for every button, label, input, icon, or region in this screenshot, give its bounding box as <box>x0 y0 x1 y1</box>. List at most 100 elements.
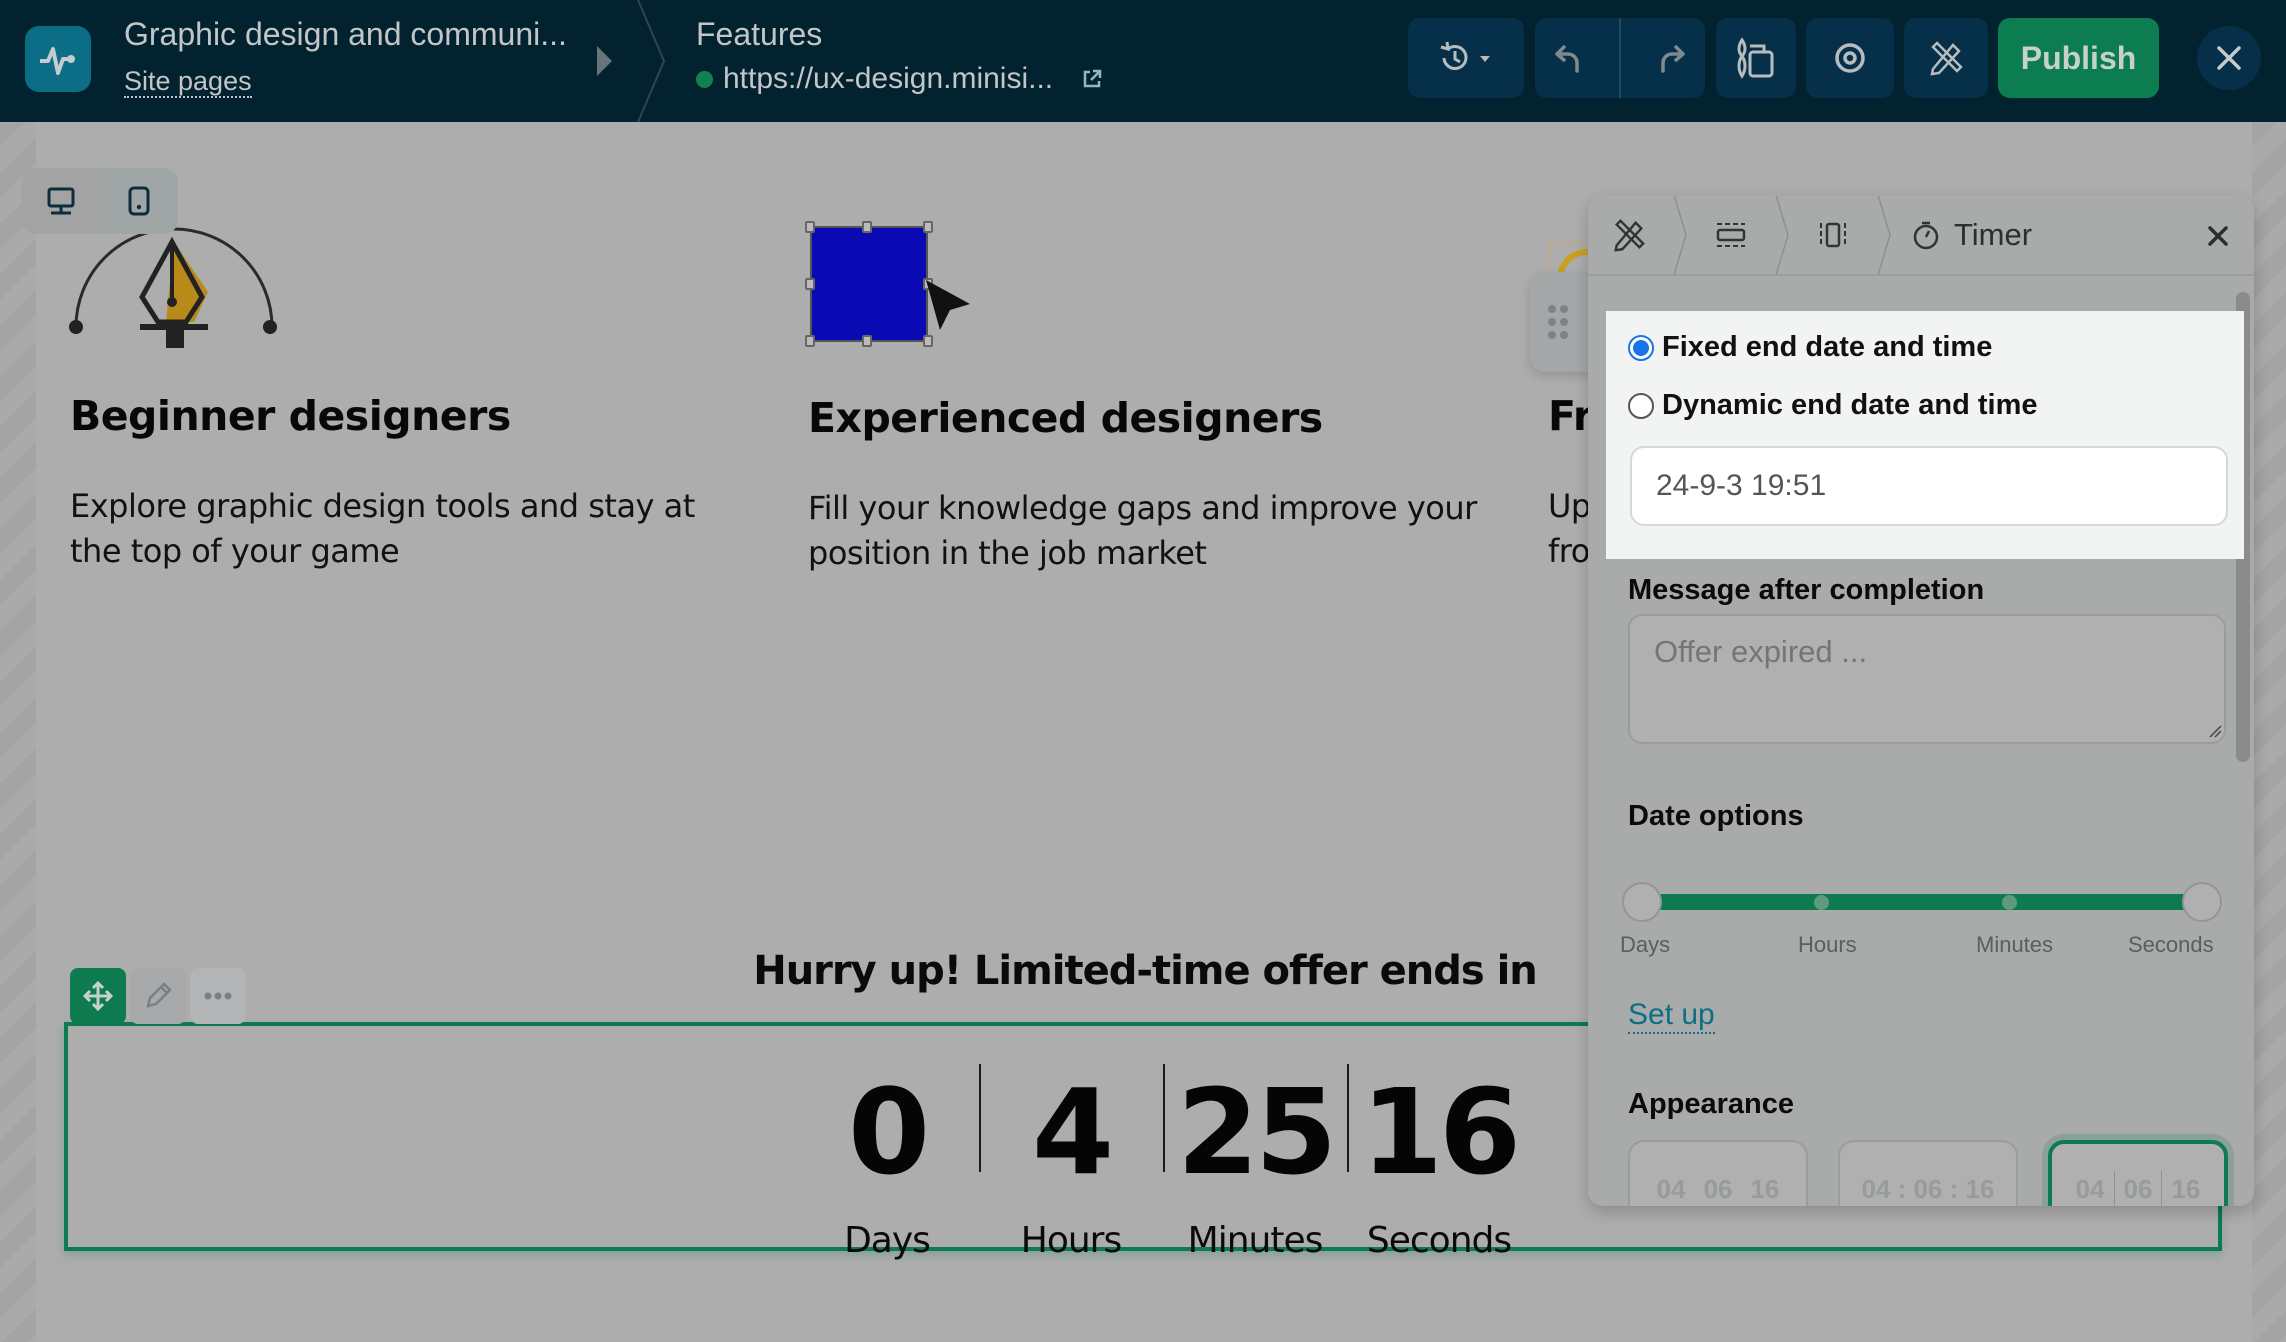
range-tick-minutes <box>2002 895 2017 910</box>
desktop-view-button[interactable] <box>22 168 100 234</box>
design-tools-icon <box>1614 219 1645 252</box>
radio-checked[interactable] <box>1628 334 1654 361</box>
range-tick-hours <box>1814 895 1829 910</box>
site-title: Graphic design and communi... <box>124 16 567 52</box>
feature-title: Fr <box>1548 392 1593 440</box>
countdown-value: 4 <box>1031 1063 1114 1201</box>
preview-button[interactable] <box>1806 18 1894 98</box>
option-part: 04 <box>1656 1173 1686 1204</box>
countdown-value: 16 <box>1360 1063 1521 1201</box>
appearance-option-plain[interactable]: 04 06 16 <box>1628 1140 1808 1206</box>
range-label: Hours <box>1798 932 1857 957</box>
divider <box>1618 18 1621 98</box>
radio-unchecked[interactable] <box>1628 392 1654 419</box>
date-options-range-slider[interactable]: Days Hours Minutes Seconds <box>1620 872 2222 957</box>
close-icon <box>2217 46 2241 70</box>
countdown-label: Hours <box>1020 1220 1122 1261</box>
option-part: 06 <box>2113 1171 2162 1206</box>
pencil-icon <box>146 982 172 1008</box>
range-track <box>1642 894 2202 910</box>
timer-heading: Hurry up! Limited-time offer ends in <box>753 948 1538 994</box>
countdown-seconds: 16 Seconds <box>1347 1052 1531 1266</box>
appearance-option-divided-selected[interactable]: 04 06 16 <box>2048 1140 2228 1206</box>
redo-icon[interactable] <box>1654 41 1688 75</box>
canvas-right-gutter <box>2252 122 2286 1342</box>
appearance-label: Appearance <box>1628 1088 1795 1120</box>
site-pages-link[interactable]: Site pages <box>124 66 252 98</box>
countdown-label: Days <box>844 1220 931 1261</box>
range-thumb-start[interactable] <box>1622 882 1662 922</box>
page-name: Features <box>696 16 823 52</box>
radio-fixed-end[interactable]: Fixed end date and time <box>1628 331 1992 364</box>
countdown-value: 25 <box>1176 1063 1337 1201</box>
countdown-label: Minutes <box>1187 1220 1324 1261</box>
close-icon <box>2208 226 2228 246</box>
more-dots-icon <box>204 992 232 1000</box>
editor-topbar: Graphic design and communi... Site pages… <box>0 0 2286 122</box>
undo-redo-group <box>1535 18 1705 98</box>
published-status-dot <box>696 70 713 88</box>
breadcrumb-timer: Timer <box>1894 196 2032 275</box>
countdown: 0 Days 4 Hours 25 Minutes 16 Seconds <box>795 1052 1531 1266</box>
feature-description-line: Up <box>1548 487 1591 525</box>
more-options-button[interactable] <box>190 968 246 1024</box>
edit-block-button[interactable] <box>130 968 186 1024</box>
panel-close-button[interactable] <box>2198 216 2238 256</box>
appearance-options: 04 06 16 04 : 06 : 16 04 06 16 <box>1628 1140 2228 1206</box>
breadcrumb-separator <box>637 0 666 122</box>
breadcrumb-section[interactable] <box>1690 196 1772 275</box>
external-link-icon[interactable] <box>1081 68 1103 90</box>
move-icon <box>83 981 113 1011</box>
end-datetime-input[interactable] <box>1630 446 2228 526</box>
feature-title: Experienced designers <box>808 394 1323 442</box>
feature-description: Fill your knowledge gaps and improve you… <box>808 489 1477 572</box>
device-toggle <box>22 168 178 234</box>
appearance-option-colon[interactable]: 04 : 06 : 16 <box>1838 1140 2018 1206</box>
design-tools-icon <box>1930 41 1963 76</box>
radio-dynamic-end[interactable]: Dynamic end date and time <box>1628 389 2038 422</box>
completion-message-textarea[interactable] <box>1628 614 2226 744</box>
option-part: 04 <box>2075 1174 2105 1204</box>
close-editor-button[interactable] <box>2197 26 2261 90</box>
range-label: Days <box>1620 932 1671 957</box>
radio-label: Dynamic end date and time <box>1662 389 2038 421</box>
mobile-view-button[interactable] <box>100 168 178 234</box>
option-part: 06 <box>1703 1173 1733 1204</box>
move-block-button[interactable] <box>70 968 126 1024</box>
range-label: Seconds <box>2128 932 2214 957</box>
feature-description: Explore graphic design tools and stay at… <box>70 487 695 570</box>
setup-link[interactable]: Set up <box>1628 998 1715 1034</box>
preview-eye-icon <box>1835 43 1865 73</box>
breadcrumb-caret-icon[interactable] <box>597 46 612 76</box>
stopwatch-icon <box>1913 221 1939 250</box>
publish-button[interactable]: Publish <box>1998 18 2159 98</box>
canvas-left-gutter <box>0 122 36 1342</box>
breadcrumb-chevron <box>1877 196 1891 275</box>
page-url[interactable]: https://ux-design.minisi... <box>696 62 1103 96</box>
countdown-minutes: 25 Minutes <box>1163 1052 1347 1266</box>
pen-tool-icon <box>69 227 277 348</box>
panel-breadcrumb: Timer <box>1588 196 2254 276</box>
history-button[interactable] <box>1408 18 1524 98</box>
countdown-label: Seconds <box>1366 1220 1512 1261</box>
range-thumb-end[interactable] <box>2182 882 2222 922</box>
breadcrumb-chevron <box>1673 196 1687 275</box>
range-label: Minutes <box>1976 932 2054 957</box>
breadcrumb-column[interactable] <box>1792 196 1874 275</box>
mobile-icon <box>128 186 150 216</box>
resize-grip-icon[interactable] <box>2208 724 2222 738</box>
feature-description-line: fro <box>1548 532 1590 570</box>
page-canvas: Beginner designers Explore graphic desig… <box>0 122 2286 1342</box>
column-icon <box>1820 222 1846 248</box>
breadcrumb-design[interactable] <box>1588 196 1670 275</box>
pulse-logo-icon[interactable] <box>25 26 91 92</box>
undo-icon[interactable] <box>1552 41 1586 75</box>
page-url-text[interactable]: https://ux-design.minisi... <box>723 62 1053 96</box>
drag-dots-icon <box>1548 305 1568 339</box>
option-text: 04 : 06 : 16 <box>1861 1173 1995 1204</box>
style-button[interactable] <box>1716 18 1796 98</box>
timer-settings-panel: Timer Fixed end date and time Dynamic en… <box>1588 196 2254 1206</box>
message-label: Message after completion <box>1628 574 1985 606</box>
design-tools-button[interactable] <box>1904 18 1988 98</box>
date-options-label: Date options <box>1628 800 1804 832</box>
